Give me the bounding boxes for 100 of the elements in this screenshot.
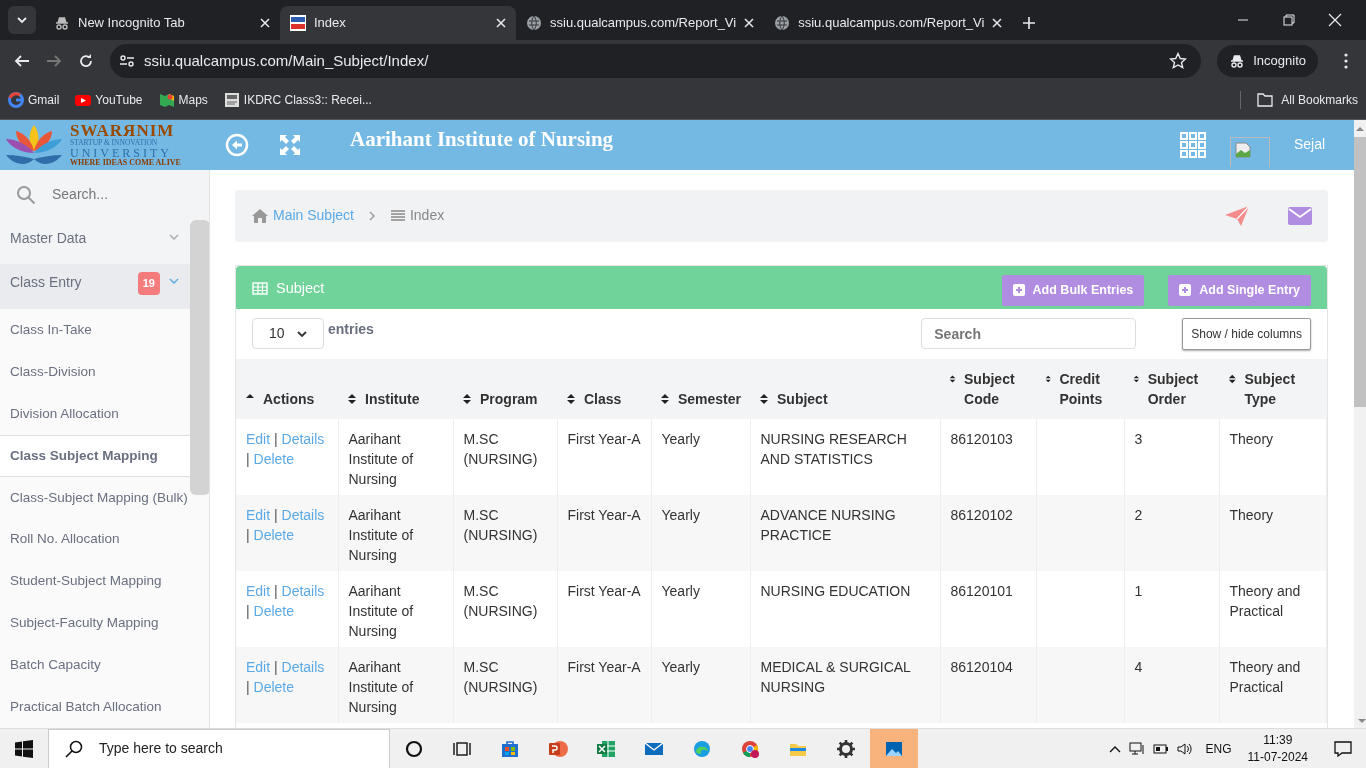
close-icon[interactable] bbox=[744, 18, 755, 28]
bookmark[interactable]: Maps bbox=[158, 91, 208, 110]
column-header[interactable]: Credit Points bbox=[1036, 358, 1124, 419]
separator: | bbox=[274, 582, 278, 599]
back-icon[interactable] bbox=[14, 52, 30, 69]
clock[interactable]: 11:39 11-07-2024 bbox=[1247, 732, 1308, 765]
sidebar-item[interactable]: Class Subject Mapping bbox=[0, 434, 190, 477]
column-header[interactable]: Subject Order bbox=[1124, 358, 1219, 419]
column-header[interactable]: Subject Type bbox=[1219, 358, 1327, 419]
separator: | bbox=[274, 506, 278, 523]
page-size-select[interactable]: 10 bbox=[252, 318, 324, 350]
column-header[interactable]: Semester bbox=[651, 358, 750, 419]
sort-icon[interactable] bbox=[347, 392, 357, 405]
action-link[interactable]: Edit bbox=[246, 582, 271, 599]
table-search-field[interactable]: Search bbox=[921, 318, 1137, 350]
tab-search-button[interactable] bbox=[8, 6, 36, 34]
restore-icon[interactable] bbox=[1282, 13, 1296, 27]
sidebar-search-field[interactable]: Search... bbox=[0, 169, 209, 220]
browser-tab[interactable]: ssiu.qualcampus.com/Report_Vi bbox=[516, 6, 765, 40]
scrollbar-thumb[interactable] bbox=[190, 219, 209, 495]
sort-icon[interactable] bbox=[1228, 372, 1237, 385]
bookmark[interactable]: IKDRC Class3:: Recei... bbox=[223, 91, 372, 110]
folder-icon bbox=[1257, 93, 1274, 108]
action-link[interactable]: Delete bbox=[253, 602, 294, 619]
column-header[interactable]: Actions bbox=[236, 358, 338, 419]
table-cell: Theory and Practical bbox=[1229, 658, 1301, 695]
bookmark[interactable]: YouTube bbox=[75, 91, 143, 110]
column-header[interactable]: Class bbox=[557, 358, 651, 419]
table-icon bbox=[252, 282, 268, 296]
close-icon[interactable] bbox=[1328, 13, 1342, 27]
caret-up-icon[interactable] bbox=[1109, 744, 1122, 753]
new-tab-icon[interactable] bbox=[1022, 16, 1037, 30]
breadcrumb-current: Index bbox=[409, 206, 445, 226]
browser-swirl-icon[interactable] bbox=[692, 738, 712, 759]
card-title: Subject bbox=[276, 278, 325, 298]
sidebar-group[interactable]: Master Data bbox=[0, 219, 190, 265]
add-button[interactable]: Add Single Entry bbox=[1168, 274, 1311, 306]
spreadsheet-app-icon[interactable] bbox=[596, 738, 616, 759]
home-icon bbox=[251, 207, 269, 224]
column-header[interactable]: Subject bbox=[750, 358, 940, 419]
close-icon[interactable] bbox=[496, 18, 506, 28]
broken-image-icon bbox=[1235, 141, 1251, 158]
close-icon[interactable] bbox=[260, 18, 270, 28]
column-header[interactable]: Program bbox=[453, 358, 557, 419]
close-icon[interactable] bbox=[992, 18, 1003, 28]
table-cell: First Year-A bbox=[567, 658, 641, 675]
forward-icon[interactable] bbox=[46, 52, 62, 69]
address-bar[interactable]: ssiu.qualcampus.com/Main_Subject/Index/ bbox=[110, 43, 1202, 78]
presentation-app-icon[interactable] bbox=[548, 738, 568, 759]
all-bookmarks-button[interactable]: All Bookmarks bbox=[1240, 91, 1358, 110]
table-cell: First Year-A bbox=[567, 506, 641, 523]
action-link[interactable]: Details bbox=[281, 582, 325, 599]
scroll-down-icon[interactable] bbox=[1358, 719, 1366, 724]
browser-tab[interactable]: Index bbox=[280, 6, 516, 40]
scroll-up-icon[interactable] bbox=[1356, 125, 1364, 131]
sort-icon[interactable] bbox=[660, 392, 670, 405]
sort-icon[interactable] bbox=[462, 392, 472, 405]
sort-icon[interactable] bbox=[566, 392, 576, 405]
store-bag-icon[interactable] bbox=[500, 738, 520, 759]
mail-icon[interactable] bbox=[1288, 206, 1312, 225]
taskbar-search-field[interactable]: Type here to search bbox=[48, 728, 390, 768]
table-cell: Yearly bbox=[661, 506, 700, 523]
plus-square-icon bbox=[1012, 284, 1025, 297]
sidebar-group[interactable]: Class Entry 19 bbox=[0, 264, 190, 310]
chevron-right-icon bbox=[367, 210, 376, 221]
sort-icon[interactable] bbox=[759, 392, 769, 405]
star-icon[interactable] bbox=[1169, 51, 1188, 70]
reload-icon[interactable] bbox=[78, 52, 94, 69]
notification-icon[interactable] bbox=[1334, 739, 1352, 758]
circle-icon[interactable] bbox=[404, 738, 424, 759]
network-icon[interactable] bbox=[1129, 741, 1146, 756]
count-badge: 19 bbox=[137, 272, 160, 295]
language-indicator[interactable]: ENG bbox=[1205, 739, 1232, 758]
action-link[interactable]: Delete bbox=[253, 450, 294, 467]
browser-icon[interactable] bbox=[740, 738, 760, 759]
add-button[interactable]: Add Bulk Entries bbox=[1001, 274, 1145, 306]
action-link[interactable]: Edit bbox=[246, 430, 271, 447]
separator: | bbox=[246, 678, 250, 695]
menu-icon[interactable] bbox=[1344, 52, 1348, 69]
column-header[interactable]: Institute bbox=[338, 358, 453, 419]
show-hide-columns-button[interactable]: Show / hide columns bbox=[1182, 317, 1311, 350]
battery-icon[interactable] bbox=[1153, 742, 1170, 755]
table-cell: 86120104 bbox=[950, 658, 1013, 675]
play-icon bbox=[75, 92, 92, 109]
list-icon bbox=[389, 208, 406, 223]
site-logo-icon bbox=[290, 15, 306, 31]
bookmark[interactable]: Gmail bbox=[8, 91, 60, 110]
separator: | bbox=[246, 602, 250, 619]
separator: | bbox=[274, 658, 278, 675]
browser-tab[interactable]: New Incognito Tab bbox=[44, 6, 280, 40]
volume-icon[interactable] bbox=[1177, 741, 1194, 756]
browser-tab[interactable]: ssiu.qualcampus.com/Report_Vi bbox=[764, 6, 1013, 40]
action-link[interactable]: Details bbox=[281, 430, 325, 447]
column-header[interactable]: Subject Code bbox=[940, 358, 1036, 419]
incognito-button[interactable]: Incognito bbox=[1217, 44, 1318, 77]
settings-icon[interactable] bbox=[836, 738, 856, 759]
table-cell: 4 bbox=[1134, 658, 1143, 675]
page-scrollbar[interactable] bbox=[1354, 119, 1366, 728]
table-cell: First Year-A bbox=[567, 582, 641, 599]
windows-start-icon[interactable] bbox=[15, 739, 33, 758]
